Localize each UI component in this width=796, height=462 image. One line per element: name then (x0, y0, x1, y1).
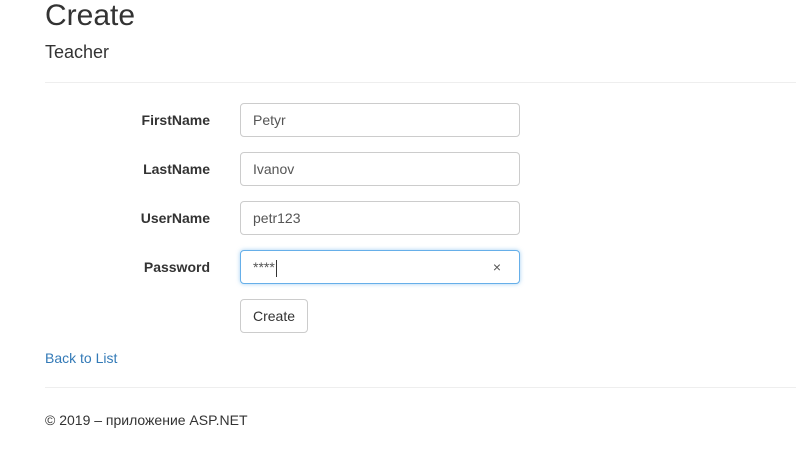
text-caret (275, 259, 277, 277)
form-row-password: Password **** × (0, 250, 796, 284)
firstname-field[interactable]: Petyr (240, 103, 520, 137)
page: Create Teacher FirstName Petyr LastName … (0, 0, 796, 462)
username-label: UserName (140, 210, 210, 226)
create-button[interactable]: Create (240, 299, 309, 333)
password-field[interactable]: **** × (240, 250, 520, 284)
firstname-label: FirstName (141, 112, 210, 128)
divider-top (45, 82, 796, 83)
username-field[interactable]: petr123 (240, 201, 520, 235)
back-to-list-link[interactable]: Back to List (45, 349, 117, 367)
password-value: **** (253, 259, 275, 275)
clear-icon[interactable]: × (493, 251, 501, 283)
form-row-username: UserName petr123 (0, 201, 796, 235)
password-label: Password (143, 259, 210, 275)
lastname-label: LastName (143, 161, 210, 177)
form-row-firstname: FirstName Petyr (0, 103, 796, 137)
divider-bottom (45, 387, 796, 388)
page-subtitle: Teacher (45, 42, 110, 62)
lastname-field[interactable]: Ivanov (240, 152, 520, 186)
page-title: Create (45, 0, 136, 32)
footer-copyright: © 2019 – приложение ASP.NET (45, 412, 248, 428)
form-row-lastname: LastName Ivanov (0, 152, 796, 186)
